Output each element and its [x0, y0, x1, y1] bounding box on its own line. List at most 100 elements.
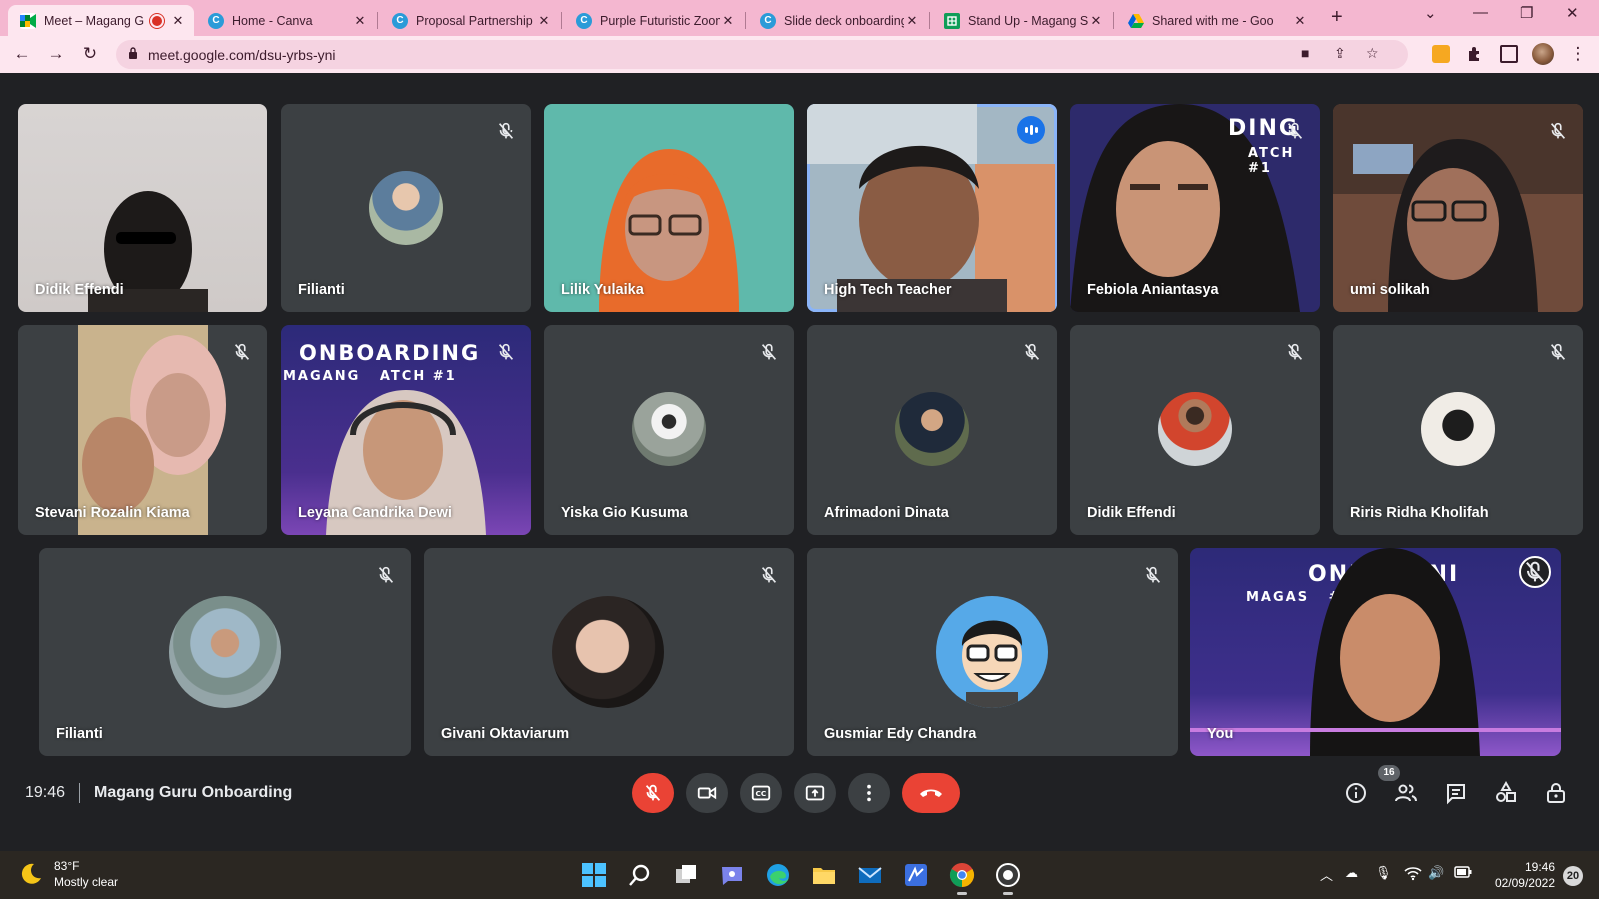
participant-tile[interactable]: Afrimadoni Dinata: [807, 325, 1057, 535]
clock-time: 19:46: [1524, 860, 1555, 874]
self-mic-off-badge[interactable]: [1519, 556, 1551, 588]
participant-tile-speaking[interactable]: High Tech Teacher: [807, 104, 1057, 312]
browser-toolbar: ← → ↻ meet.google.com/dsu-yrbs-yni ■ ⇪ ☆…: [0, 36, 1599, 73]
show-hidden-icons-chevron-icon[interactable]: ︿: [1320, 865, 1333, 884]
weather-temperature: 83°F: [54, 859, 80, 873]
back-arrow-icon[interactable]: ←: [10, 42, 34, 66]
tab-title: Home - Canva: [232, 13, 313, 28]
edge-browser-icon[interactable]: [764, 861, 792, 889]
tab-proposal[interactable]: C Proposal Partnership ✕: [380, 5, 560, 36]
search-icon[interactable]: [626, 861, 654, 889]
volume-icon[interactable]: 🔊: [1428, 865, 1444, 881]
tab-standup[interactable]: Stand Up - Magang S ✕: [932, 5, 1112, 36]
participant-tile[interactable]: Givani Oktaviarum: [424, 548, 794, 756]
toggle-microphone-button[interactable]: [632, 773, 674, 813]
notification-count-badge[interactable]: 20: [1563, 866, 1583, 886]
close-tab-icon[interactable]: ✕: [170, 13, 186, 29]
meeting-info-button[interactable]: [1343, 780, 1369, 806]
canva-icon: C: [760, 12, 776, 29]
participant-avatar: [552, 596, 664, 708]
profile-avatar[interactable]: [1532, 43, 1554, 65]
close-tab-icon[interactable]: ✕: [1088, 13, 1104, 29]
video-camera-icon: [697, 786, 717, 800]
mic-off-icon: [498, 343, 514, 360]
close-tab-icon[interactable]: ✕: [352, 13, 368, 29]
file-explorer-icon[interactable]: [810, 861, 838, 889]
share-icon[interactable]: ⇪: [1334, 45, 1346, 62]
recording-indicator-icon: [152, 15, 162, 26]
leave-call-button[interactable]: [902, 773, 960, 813]
more-options-button[interactable]: [848, 773, 890, 813]
windows-start-icon[interactable]: [580, 861, 608, 889]
tab-slide-deck[interactable]: C Slide deck onboarding ✕: [748, 5, 928, 36]
weather-description: Mostly clear: [54, 875, 119, 889]
participant-tile[interactable]: Gusmiar Edy Chandra: [807, 548, 1178, 756]
extension-icon[interactable]: [1432, 45, 1450, 63]
screen-recorder-icon[interactable]: [994, 861, 1022, 895]
battery-icon[interactable]: [1454, 865, 1472, 882]
puzzle-extensions-icon[interactable]: [1466, 45, 1484, 63]
task-view-icon[interactable]: [672, 861, 700, 889]
meet-icon: [20, 12, 36, 29]
teams-chat-icon[interactable]: [718, 861, 746, 889]
microphone-icon[interactable]: 🎙: [1375, 865, 1392, 881]
activities-button[interactable]: [1493, 780, 1519, 806]
forward-arrow-icon[interactable]: →: [44, 42, 68, 66]
self-view-tile[interactable]: ONIG DNI MAGAS #1 HOTE You: [1190, 548, 1561, 756]
participant-avatar: [1158, 392, 1232, 466]
tab-meet[interactable]: Meet – Magang G ✕: [8, 5, 194, 36]
weather-widget[interactable]: 83°F Mostly clear: [18, 858, 118, 890]
app-icon[interactable]: [902, 861, 930, 889]
browser-menu-icon[interactable]: ⋮: [1566, 42, 1590, 66]
close-tab-icon[interactable]: ✕: [1292, 13, 1308, 29]
address-bar[interactable]: meet.google.com/dsu-yrbs-yni ■ ⇪ ☆: [116, 40, 1408, 69]
captions-button[interactable]: CC: [740, 773, 782, 813]
toggle-camera-button[interactable]: [686, 773, 728, 813]
tab-purple-zoom[interactable]: C Purple Futuristic Zoom ✕: [564, 5, 744, 36]
close-tab-icon[interactable]: ✕: [720, 13, 736, 29]
mic-off-icon: [1526, 561, 1544, 583]
participant-tile[interactable]: Didik Effendi: [18, 104, 267, 312]
participant-tile[interactable]: Filianti: [281, 104, 531, 312]
mail-icon[interactable]: [856, 861, 884, 889]
chat-button[interactable]: [1443, 780, 1469, 806]
side-panel-icon[interactable]: [1500, 45, 1518, 63]
participant-tile[interactable]: Stevani Rozalin Kiama: [18, 325, 267, 535]
participant-tile[interactable]: Riris Ridha Kholifah: [1333, 325, 1583, 535]
participant-tile[interactable]: Didik Effendi: [1070, 325, 1320, 535]
participant-tile[interactable]: umi solikah: [1333, 104, 1583, 312]
host-controls-button[interactable]: [1543, 780, 1569, 806]
bookmark-star-icon[interactable]: ☆: [1366, 45, 1379, 62]
chrome-icon[interactable]: [948, 861, 976, 895]
tab-search-icon[interactable]: ⌄: [1424, 4, 1437, 22]
lock-icon[interactable]: [128, 47, 138, 59]
new-tab-button[interactable]: +: [1331, 6, 1343, 29]
participant-tile[interactable]: ONBOARDING MAGANG ATCH #1 Leyana Candrik…: [281, 325, 531, 535]
participant-name: High Tech Teacher: [824, 282, 952, 298]
minimize-window-button[interactable]: —: [1473, 4, 1488, 21]
present-screen-icon: [805, 785, 825, 801]
tab-canva-home[interactable]: C Home - Canva ✕: [196, 5, 376, 36]
participant-tile[interactable]: DING ATCH #1 Febiola Aniantasya: [1070, 104, 1320, 312]
onedrive-cloud-icon[interactable]: ☁: [1345, 865, 1358, 881]
participant-tile[interactable]: Lilik Yulaika: [544, 104, 794, 312]
wifi-icon[interactable]: [1404, 865, 1422, 884]
close-tab-icon[interactable]: ✕: [904, 13, 920, 29]
system-clock[interactable]: 19:46 02/09/2022: [1495, 859, 1555, 891]
participant-name: Gusmiar Edy Chandra: [824, 726, 977, 742]
mic-off-icon: [1287, 122, 1303, 139]
canva-icon: C: [576, 12, 592, 29]
reload-icon[interactable]: ↻: [78, 42, 102, 66]
participant-tile[interactable]: Yiska Gio Kusuma: [544, 325, 794, 535]
closed-captions-icon: CC: [751, 785, 771, 801]
close-window-button[interactable]: ✕: [1566, 4, 1579, 22]
tab-drive[interactable]: Shared with me - Goo ✕: [1116, 5, 1316, 36]
participant-tile[interactable]: Filianti: [39, 548, 411, 756]
people-button[interactable]: [1393, 780, 1419, 806]
camera-in-use-icon[interactable]: ■: [1301, 45, 1309, 61]
restore-window-button[interactable]: ❐: [1520, 4, 1533, 22]
present-screen-button[interactable]: [794, 773, 836, 813]
close-tab-icon[interactable]: ✕: [536, 13, 552, 29]
participant-name: Leyana Candrika Dewi: [298, 505, 452, 521]
tab-title: Shared with me - Goo: [1152, 13, 1274, 28]
